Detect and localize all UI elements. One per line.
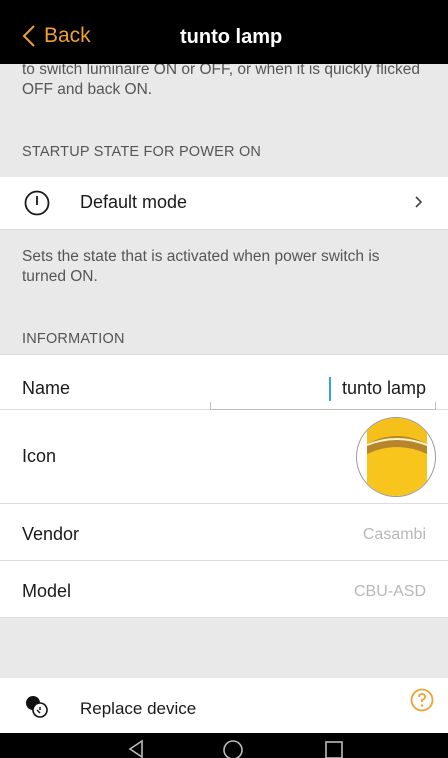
- information-header-section: INFORMATION: [0, 300, 448, 355]
- top-description: to switch luminaire ON or OFF, or when i…: [22, 64, 420, 98]
- system-nav-bar: [0, 733, 448, 758]
- vendor-row: Vendor Casambi: [0, 504, 448, 561]
- lamp-icon[interactable]: [356, 417, 436, 497]
- replace-device-label: Replace device: [80, 699, 197, 718]
- back-label: Back: [44, 24, 91, 47]
- startup-header-section: STARTUP STATE FOR POWER ON: [0, 126, 448, 177]
- model-value: CBU-ASD: [353, 583, 426, 600]
- vendor-value: Casambi: [362, 526, 426, 543]
- startup-section-header: STARTUP STATE FOR POWER ON: [22, 144, 262, 160]
- replace-device-icon: [26, 696, 48, 718]
- name-row: Name tunto lamp: [0, 355, 448, 410]
- back-button[interactable]: Back: [22, 24, 91, 48]
- page-title: tunto lamp: [180, 26, 283, 48]
- replace-device-row[interactable]: Replace device: [0, 678, 448, 733]
- icon-label: Icon: [22, 446, 57, 466]
- startup-description: Sets the state that is activated when po…: [22, 248, 380, 285]
- vendor-label: Vendor: [22, 524, 80, 544]
- nav-back-icon[interactable]: [126, 739, 146, 758]
- spacer: [0, 618, 448, 678]
- chevron-right-icon: [415, 196, 423, 208]
- information-section-header: INFORMATION: [22, 331, 125, 347]
- nav-home-icon[interactable]: [222, 738, 244, 758]
- power-icon: [24, 190, 50, 216]
- lamp-icon-graphic: [366, 418, 428, 496]
- name-input[interactable]: [210, 402, 436, 410]
- startup-description-section: Sets the state that is activated when po…: [0, 230, 448, 300]
- name-value: tunto lamp: [341, 378, 426, 398]
- default-mode-label: Default mode: [80, 192, 188, 212]
- default-mode-row[interactable]: Default mode: [0, 177, 448, 230]
- top-bar: Back tunto lamp: [0, 0, 448, 64]
- nav-recents-icon[interactable]: [324, 739, 344, 758]
- help-icon[interactable]: [410, 688, 434, 712]
- text-cursor: [329, 377, 331, 401]
- chevron-left-icon: [22, 25, 35, 47]
- top-description-section: to switch luminaire ON or OFF, or when i…: [0, 64, 448, 126]
- model-row: Model CBU-ASD: [0, 561, 448, 618]
- icon-row[interactable]: Icon: [0, 410, 448, 504]
- name-label: Name: [22, 378, 71, 398]
- model-label: Model: [22, 581, 72, 601]
